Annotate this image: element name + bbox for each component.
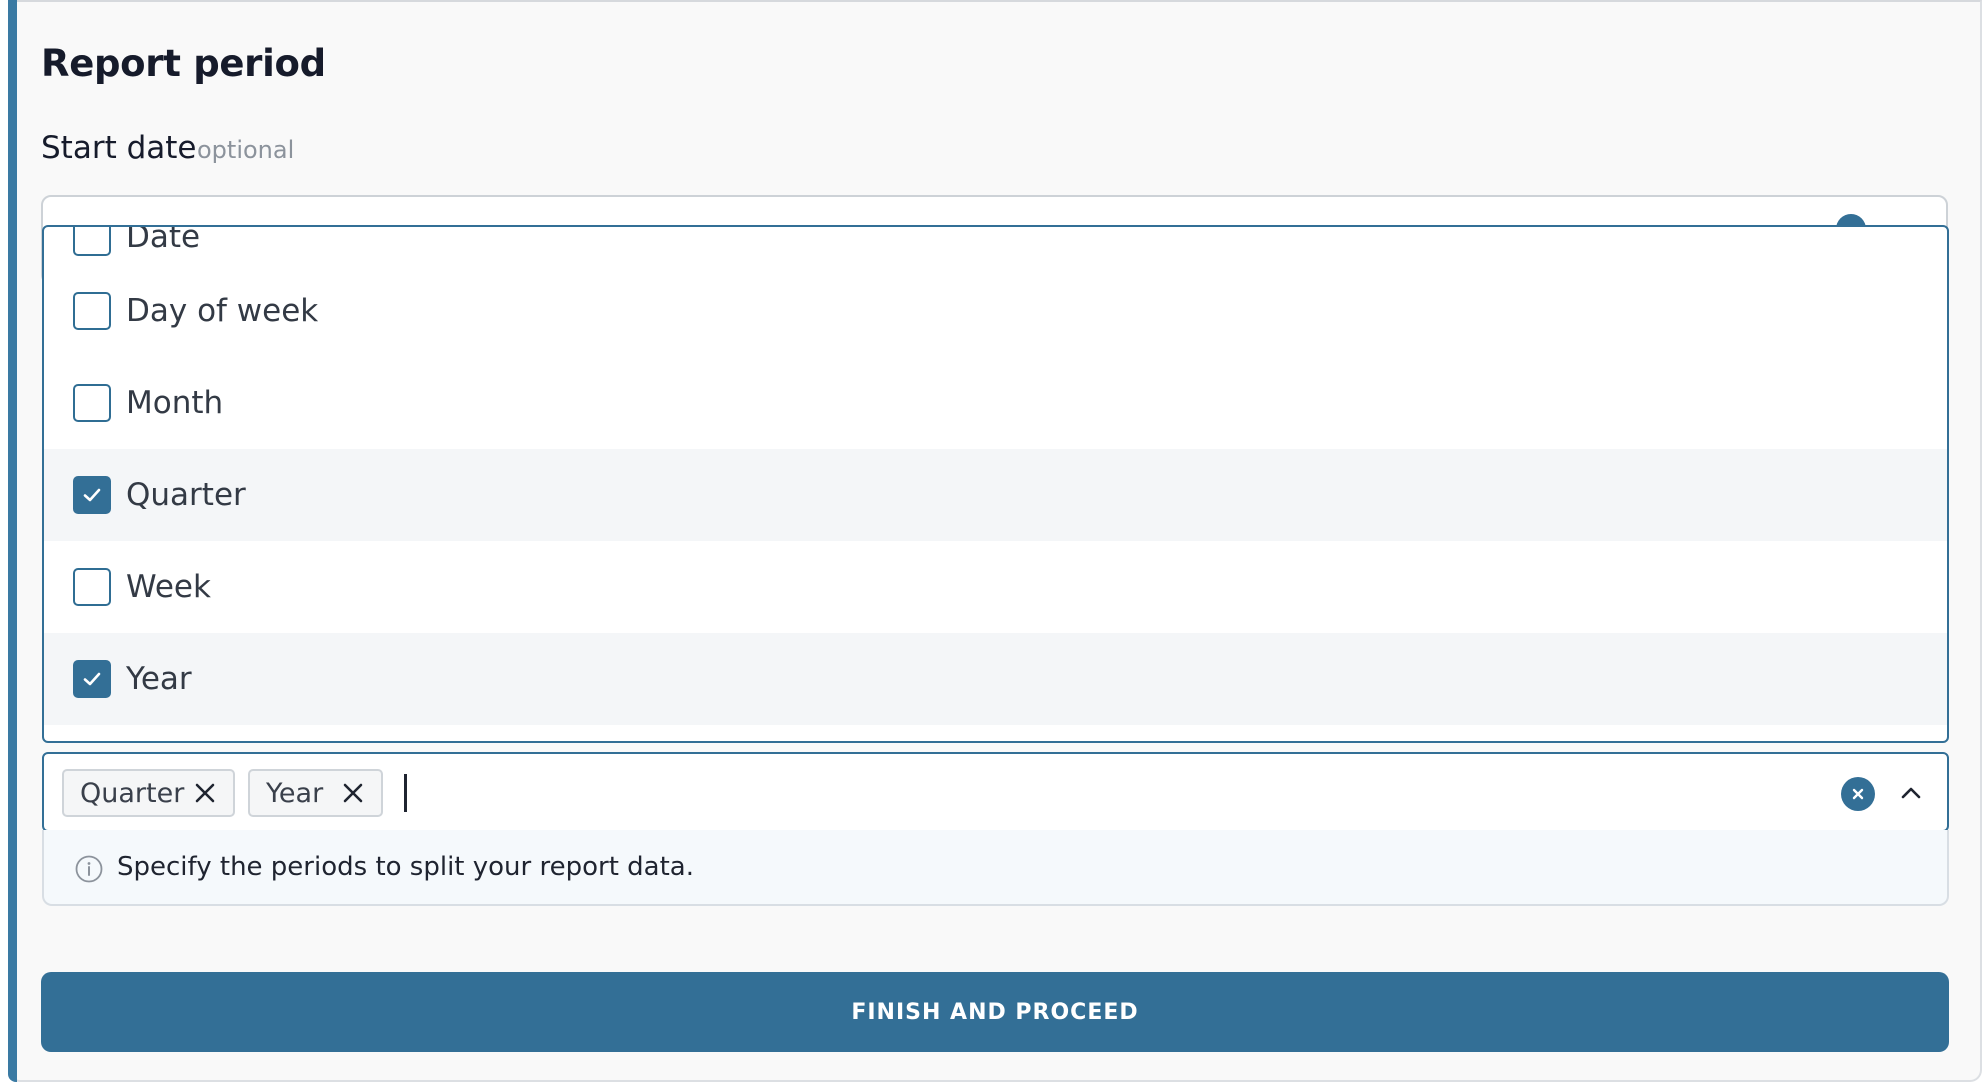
option-label: Month: [126, 385, 224, 421]
card-accent-bar: [8, 0, 17, 1082]
checkbox-icon[interactable]: [73, 568, 111, 606]
option-week[interactable]: Week: [44, 541, 1947, 633]
checkbox-icon[interactable]: [73, 292, 111, 330]
option-quarter[interactable]: Quarter: [44, 449, 1947, 541]
period-multiselect[interactable]: Quarter Year: [42, 752, 1949, 832]
checkbox-icon[interactable]: [73, 227, 111, 256]
page-title: Report period: [41, 42, 326, 85]
option-label: Date: [126, 225, 201, 255]
chevron-up-icon[interactable]: [1894, 776, 1928, 810]
start-date-label: Start date: [41, 130, 197, 166]
hint-text: Specify the periods to split your report…: [117, 852, 694, 882]
option-label: Day of week: [126, 293, 319, 329]
clear-all-icon[interactable]: [1841, 777, 1875, 811]
option-year[interactable]: Year: [44, 633, 1947, 725]
option-month[interactable]: Month: [44, 357, 1947, 449]
optional-tag: optional: [197, 136, 295, 164]
text-cursor: [404, 774, 407, 812]
chip-quarter: Quarter: [62, 769, 235, 817]
info-icon: [75, 855, 103, 883]
option-label: Quarter: [126, 477, 246, 513]
checkbox-icon[interactable]: [73, 384, 111, 422]
option-label: Year: [126, 661, 192, 697]
chip-year: Year: [248, 769, 383, 817]
option-label: Week: [126, 569, 211, 605]
checkbox-checked-icon[interactable]: [73, 660, 111, 698]
finish-and-proceed-button[interactable]: FINISH AND PROCEED: [41, 972, 1949, 1052]
option-day-of-week[interactable]: Day of week: [44, 265, 1947, 357]
chip-label: Quarter: [80, 777, 185, 809]
hint-box: Specify the periods to split your report…: [42, 830, 1949, 906]
chip-remove-icon[interactable]: [341, 781, 365, 805]
chip-label: Year: [266, 777, 324, 809]
period-dropdown: Date Day of week Month Quarter Week Year: [42, 225, 1949, 743]
checkbox-checked-icon[interactable]: [73, 476, 111, 514]
chip-remove-icon[interactable]: [193, 781, 217, 805]
